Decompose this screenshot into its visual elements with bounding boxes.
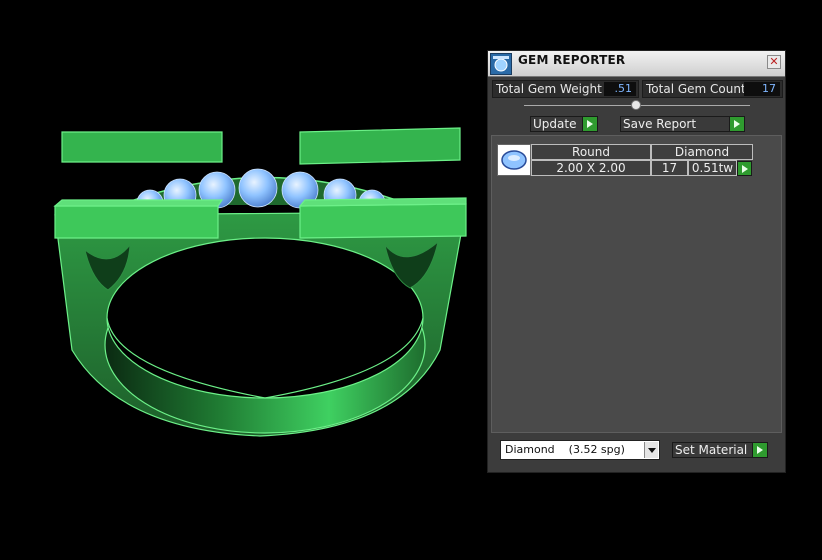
close-icon[interactable]: ✕: [767, 55, 781, 69]
play-arrow-icon: [752, 443, 767, 457]
total-gem-weight: Total Gem Weight .51: [492, 80, 639, 98]
gem-reporter-app-icon: [490, 53, 512, 75]
chevron-down-icon[interactable]: [644, 442, 658, 458]
material-selected-value: Diamond (3.52 spg): [505, 443, 625, 456]
save-report-button-label: Save Report: [623, 117, 697, 131]
set-material-button[interactable]: Set Material: [672, 442, 768, 458]
gem-reporter-panel: GEM REPORTER ✕ Total Gem Weight .51 Tota…: [487, 50, 786, 473]
gem-shape-cell: Round: [531, 144, 651, 160]
3d-viewport[interactable]: [0, 0, 486, 560]
total-gem-weight-value: .51: [604, 82, 636, 96]
total-gem-count: Total Gem Count 17: [642, 80, 783, 98]
panel-title: GEM REPORTER: [518, 53, 626, 67]
save-report-button[interactable]: Save Report: [620, 116, 745, 132]
gem-count-cell: 17: [651, 160, 688, 176]
gem-material-cell: Diamond: [651, 144, 753, 160]
gem-list: [491, 135, 782, 433]
total-gem-count-label: Total Gem Count: [646, 82, 746, 96]
update-button-label: Update: [533, 117, 577, 131]
play-arrow-icon: [582, 117, 597, 131]
play-arrow-icon: [729, 117, 744, 131]
ring-model: [53, 127, 467, 437]
set-material-button-label: Set Material: [675, 443, 748, 457]
update-button[interactable]: Update: [530, 116, 598, 132]
gem-weight-cell: 0.51tw: [688, 160, 737, 176]
gem-row-arrow-button[interactable]: [737, 161, 752, 176]
round-gem-icon[interactable]: [497, 144, 531, 176]
panel-titlebar[interactable]: GEM REPORTER ✕: [488, 51, 785, 77]
total-gem-weight-label: Total Gem Weight: [496, 82, 602, 96]
material-dropdown[interactable]: Diamond (3.52 spg): [500, 440, 660, 460]
gem-size-cell: 2.00 X 2.00: [531, 160, 651, 176]
slider-handle[interactable]: [631, 100, 641, 110]
total-gem-count-value: 17: [744, 82, 780, 96]
